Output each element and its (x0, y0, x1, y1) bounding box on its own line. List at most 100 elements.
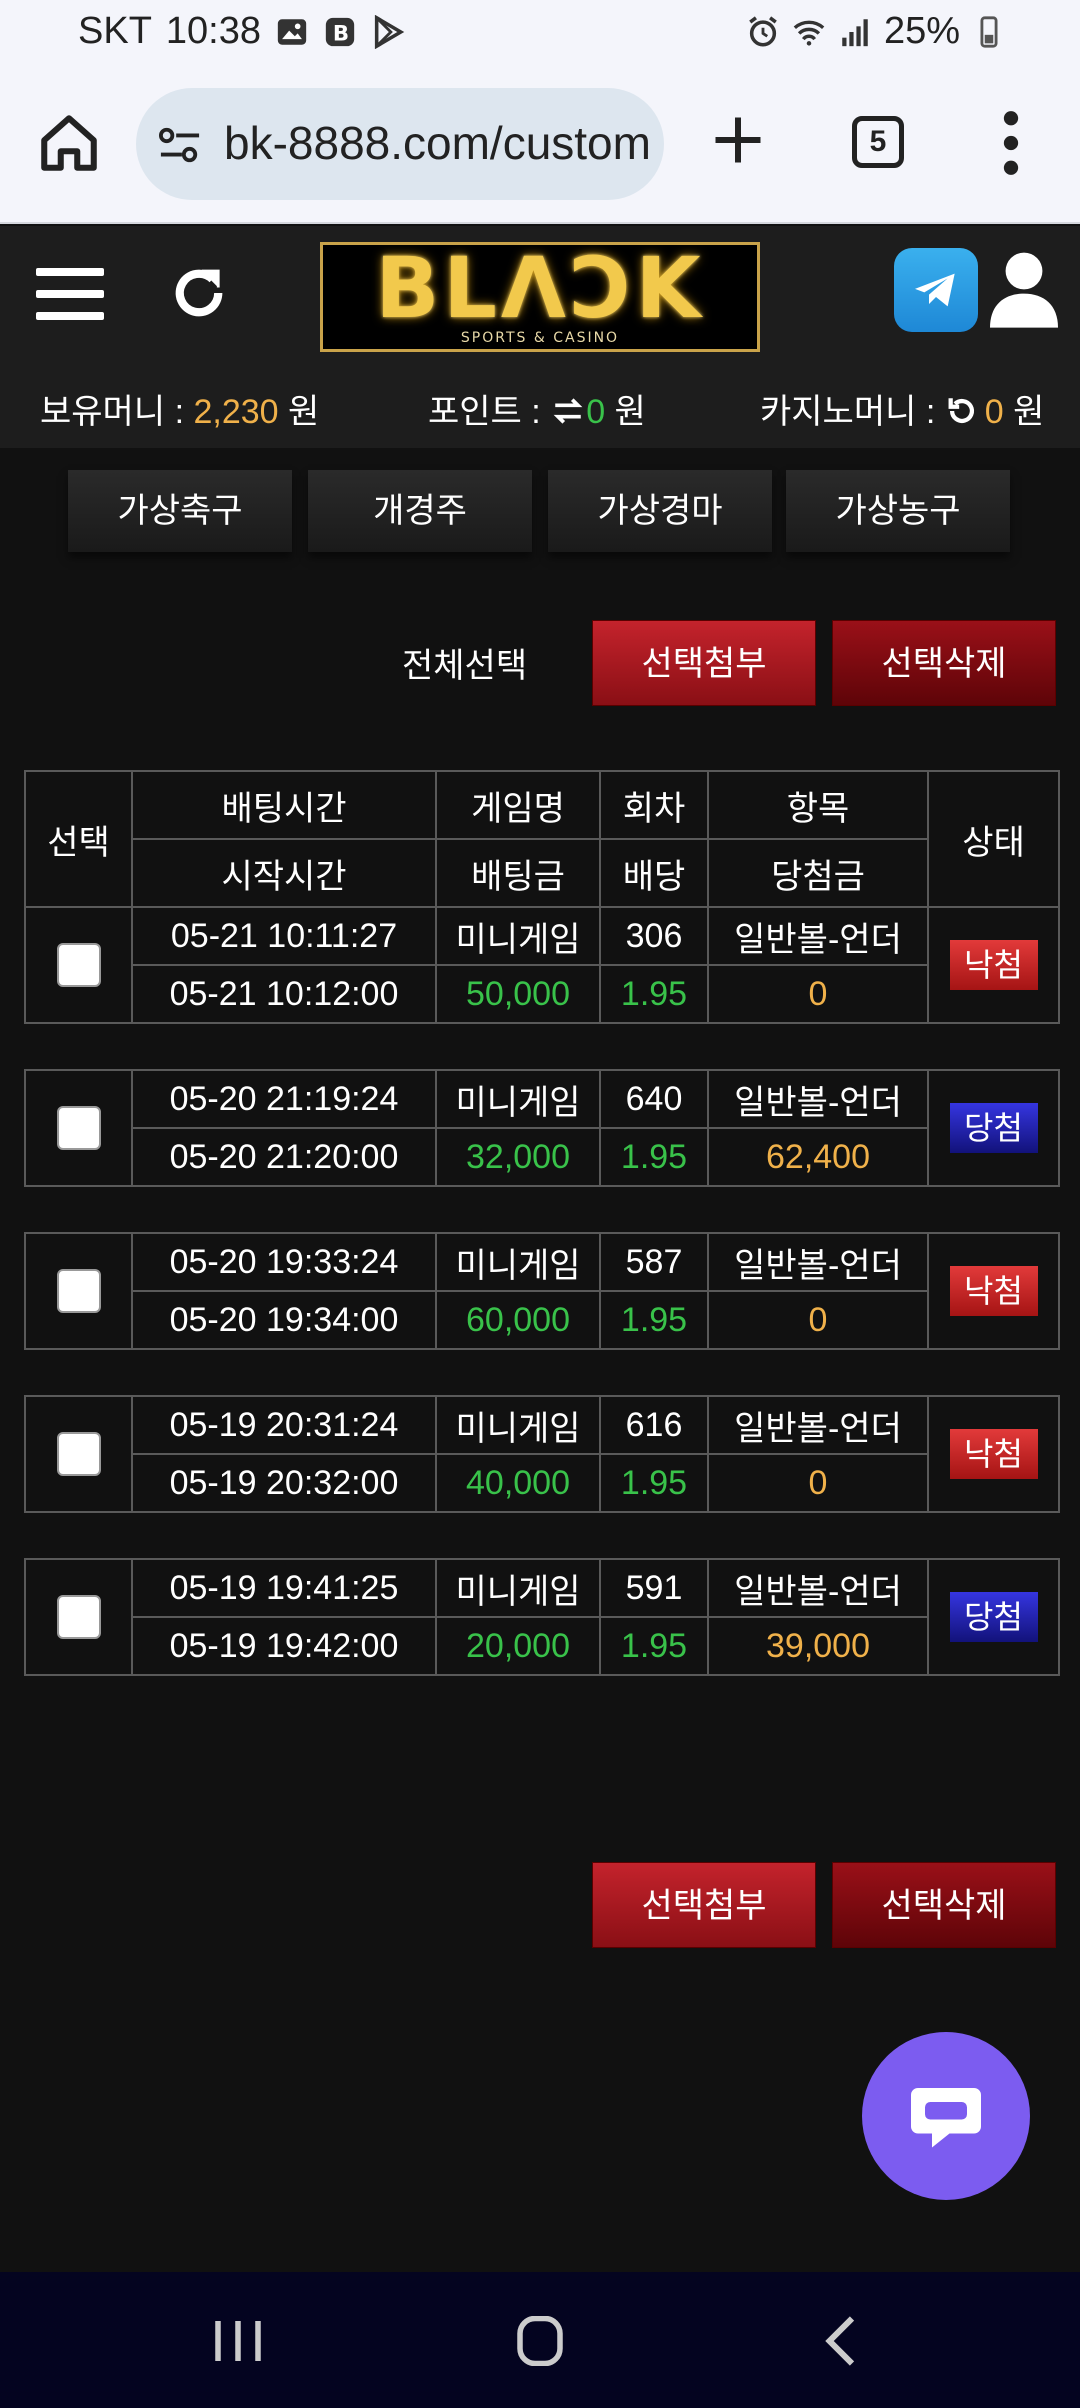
bet-time: 05-19 19:41:25 (131, 1558, 437, 1618)
wifi-icon (793, 20, 825, 46)
more-options-icon[interactable] (996, 110, 1026, 176)
bet-amount: 20,000 (435, 1616, 601, 1676)
header-status: 상태 (927, 770, 1060, 908)
gallery-icon (277, 18, 307, 45)
bet-row: 05-19 20:31:24 미니게임 616 일반볼-언더 낙첨 05-19 … (24, 1395, 1060, 1513)
alarm-icon (749, 15, 777, 47)
win-amount: 0 (707, 1453, 929, 1513)
round: 616 (599, 1395, 709, 1455)
row-checkbox[interactable] (56, 1432, 101, 1476)
start-time: 05-21 10:12:00 (131, 964, 437, 1024)
game-name: 미니게임 (435, 1069, 601, 1129)
recent-apps-icon[interactable] (208, 2316, 268, 2366)
point-label: 포인트 : (428, 393, 551, 431)
exchange-icon[interactable] (550, 394, 586, 428)
round: 587 (599, 1232, 709, 1292)
logo-subtitle: SPORTS & CASINO (460, 330, 620, 346)
url-text[interactable]: bk-8888.com/custom (224, 116, 651, 170)
money-balance: 보유머니 : 2,230 원 (40, 384, 319, 433)
status-cell: 낙첨 (927, 906, 1060, 1024)
home-icon[interactable] (36, 110, 102, 176)
reload-icon[interactable] (945, 394, 979, 428)
point-unit: 원 (605, 393, 646, 431)
game-name: 미니게임 (435, 1395, 601, 1455)
bet-row: 05-19 19:41:25 미니게임 591 일반볼-언더 당첨 05-19 … (24, 1558, 1060, 1676)
system-navigation-bar (0, 2272, 1080, 2408)
balance-bar: 보유머니 : 2,230 원 포인트 : 0 원 카지노머니 : 0 원 (0, 376, 1080, 432)
game-name: 미니게임 (435, 1232, 601, 1292)
header-game: 게임명 (435, 770, 601, 840)
row-select-cell (24, 1395, 133, 1513)
header-item: 항목 (707, 770, 929, 840)
round: 591 (599, 1558, 709, 1618)
odds: 1.95 (599, 964, 709, 1024)
b-app-icon: B (325, 17, 355, 46)
status-cell: 낙첨 (927, 1395, 1060, 1513)
row-checkbox[interactable] (56, 1106, 101, 1150)
site-logo[interactable]: BLΛƆK SPORTS & CASINO (320, 242, 760, 352)
casino-label: 카지노머니 : (760, 393, 945, 431)
row-checkbox[interactable] (56, 1269, 101, 1313)
tab-dog-racing[interactable]: 개경주 (308, 470, 532, 552)
point-balance[interactable]: 포인트 : 0 원 (428, 384, 646, 433)
money-value: 2,230 (193, 393, 279, 431)
status-badge: 낙첨 (949, 940, 1038, 990)
header-bet-time: 배팅시간 (131, 770, 437, 840)
tab-virtual-basketball[interactable]: 가상농구 (786, 470, 1010, 552)
tab-virtual-soccer[interactable]: 가상축구 (68, 470, 292, 552)
status-cell: 낙첨 (927, 1232, 1060, 1350)
new-tab-icon[interactable] (708, 110, 768, 170)
user-icon[interactable] (990, 248, 1058, 328)
tab-virtual-horse-racing[interactable]: 가상경마 (548, 470, 772, 552)
game-name: 미니게임 (435, 906, 601, 966)
start-time: 05-19 20:32:00 (131, 1453, 437, 1513)
play-store-icon (374, 14, 405, 49)
tab-switcher-button[interactable]: 5 (852, 116, 904, 168)
odds: 1.95 (599, 1453, 709, 1513)
status-bar: SKT 10:38 B 25% (0, 0, 1080, 66)
row-checkbox[interactable] (56, 1595, 101, 1639)
telegram-icon (915, 273, 955, 307)
row-select-cell (24, 1069, 133, 1187)
select-all-button[interactable]: 전체선택 (402, 638, 527, 687)
bet-row: 05-20 21:19:24 미니게임 640 일반볼-언더 당첨 05-20 … (24, 1069, 1060, 1187)
casino-unit: 원 (1003, 393, 1045, 431)
row-select-cell (24, 1232, 133, 1350)
bet-item: 일반볼-언더 (707, 1395, 929, 1455)
telegram-button[interactable] (894, 248, 978, 332)
battery-percent: 25% (883, 10, 960, 52)
delete-selected-button-bottom[interactable]: 선택삭제 (832, 1862, 1056, 1948)
win-amount: 62,400 (707, 1127, 929, 1187)
odds: 1.95 (599, 1616, 709, 1676)
address-bar[interactable]: bk-8888.com/custom (136, 88, 664, 200)
game-name: 미니게임 (435, 1558, 601, 1618)
money-unit: 원 (278, 393, 320, 431)
svg-text:B: B (333, 21, 349, 46)
bet-amount: 40,000 (435, 1453, 601, 1513)
bet-item: 일반볼-언더 (707, 906, 929, 966)
attach-selected-button-bottom[interactable]: 선택첨부 (592, 1862, 816, 1948)
signal-icon (842, 18, 868, 46)
hamburger-menu-icon[interactable] (36, 264, 104, 324)
row-checkbox[interactable] (56, 943, 101, 987)
back-icon[interactable] (812, 2316, 872, 2366)
home-nav-icon[interactable] (510, 2316, 570, 2366)
status-badge: 당첨 (949, 1592, 1038, 1642)
start-time: 05-20 19:34:00 (131, 1290, 437, 1350)
refresh-icon[interactable] (166, 260, 232, 326)
bet-time: 05-21 10:11:27 (131, 906, 437, 966)
bet-amount: 32,000 (435, 1127, 601, 1187)
header-win-amount: 당첨금 (707, 838, 929, 908)
status-cell: 당첨 (927, 1069, 1060, 1187)
win-amount: 39,000 (707, 1616, 929, 1676)
delete-selected-button[interactable]: 선택삭제 (832, 620, 1056, 706)
live-chat-button[interactable] (862, 2032, 1030, 2200)
start-time: 05-19 19:42:00 (131, 1616, 437, 1676)
casino-balance[interactable]: 카지노머니 : 0 원 (760, 384, 1044, 433)
browser-toolbar: bk-8888.com/custom 5 (0, 66, 1080, 224)
row-select-cell (24, 906, 133, 1024)
attach-selected-button[interactable]: 선택첨부 (592, 620, 816, 706)
clock: 10:38 (165, 10, 261, 52)
site-settings-icon[interactable] (156, 124, 204, 166)
status-badge: 낙첨 (949, 1429, 1038, 1479)
